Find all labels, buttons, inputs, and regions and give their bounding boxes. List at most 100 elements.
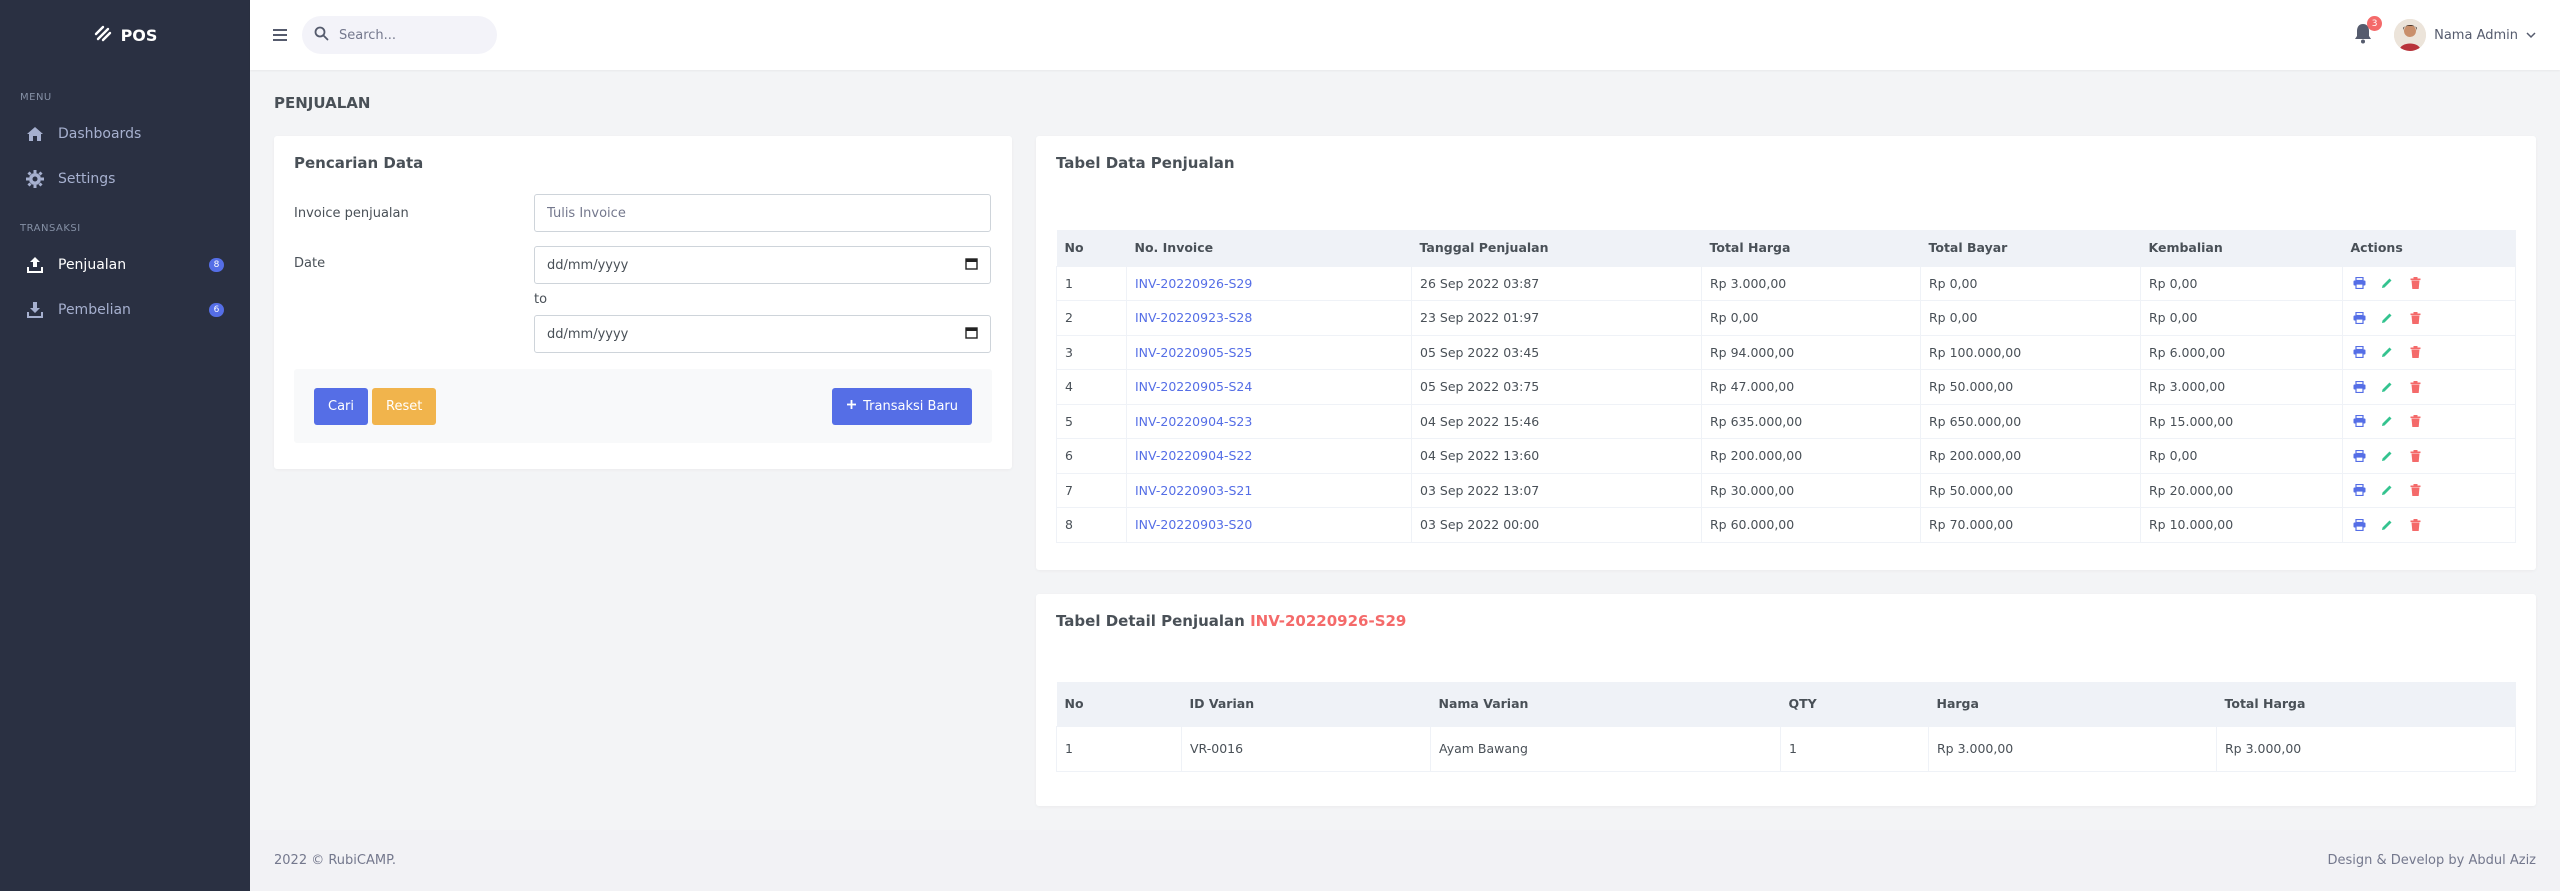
invoice-link[interactable]: INV-20220926-S29: [1135, 276, 1252, 291]
upload-icon: [24, 254, 46, 276]
table-cell: Rp 3.000,00: [2216, 725, 2516, 772]
chevron-down-icon: [2526, 28, 2536, 43]
edit-icon[interactable]: [2379, 275, 2395, 291]
delete-icon[interactable]: [2407, 310, 2423, 326]
table-cell: INV-20220905-S24: [1126, 369, 1412, 405]
invoice-link[interactable]: INV-20220903-S20: [1135, 517, 1252, 532]
edit-icon[interactable]: [2379, 517, 2395, 533]
delete-icon[interactable]: [2407, 482, 2423, 498]
sidebar-item-dashboards[interactable]: Dashboards: [0, 111, 250, 156]
notification-count-badge: 3: [2367, 16, 2383, 31]
date-to-input[interactable]: dd/mm/yyyy: [534, 315, 991, 353]
menu-toggle-icon[interactable]: [268, 23, 292, 47]
reset-button[interactable]: Reset: [372, 387, 437, 425]
invoice-link[interactable]: INV-20220905-S24: [1135, 379, 1252, 394]
count-badge: 8: [209, 257, 224, 272]
delete-icon[interactable]: [2407, 275, 2423, 291]
table-cell: INV-20220903-S21: [1126, 472, 1412, 508]
sidebar-item-settings[interactable]: Settings: [0, 156, 250, 201]
cari-button[interactable]: Cari: [314, 387, 368, 425]
column-header: Total Harga: [1701, 230, 1921, 266]
table-cell: Rp 94.000,00: [1701, 334, 1921, 370]
main-content: PENJUALAN Pencarian Data Invoice penjual…: [250, 70, 2560, 830]
calendar-icon[interactable]: [965, 257, 978, 274]
table-row: 1 INV-20220926-S29 26 Sep 2022 03:87 Rp 3.0…: [1056, 265, 2516, 301]
delete-icon[interactable]: [2407, 379, 2423, 395]
sidebar-item-label: Pembelian: [58, 301, 131, 318]
new-transaction-button[interactable]: Transaksi Baru: [832, 387, 972, 425]
table-row: 8 INV-20220903-S20 03 Sep 2022 00:00 Rp 60.…: [1056, 507, 2516, 543]
print-icon[interactable]: [2351, 310, 2367, 326]
date-from-input[interactable]: dd/mm/yyyy: [534, 246, 991, 284]
invoice-link[interactable]: INV-20220904-S22: [1135, 448, 1252, 463]
table-cell: Rp 0,00: [2140, 265, 2343, 301]
sidebar-item-label: Dashboards: [58, 125, 142, 142]
print-icon[interactable]: [2351, 379, 2367, 395]
detail-invoice-number: INV-20220926-S29: [1250, 612, 1407, 630]
edit-icon[interactable]: [2379, 413, 2395, 429]
table-cell: Rp 3.000,00: [1701, 265, 1921, 301]
sales-table-card: Tabel Data Penjualan No No. Invoice Tang…: [1036, 136, 2536, 570]
invoice-input[interactable]: [534, 194, 991, 232]
column-header: No: [1056, 230, 1127, 266]
download-icon: [24, 299, 46, 321]
edit-icon[interactable]: [2379, 344, 2395, 360]
table-cell: Rp 30.000,00: [1701, 472, 1921, 508]
table-cell: Rp 60.000,00: [1701, 507, 1921, 543]
edit-icon[interactable]: [2379, 482, 2395, 498]
column-header: Nama Varian: [1430, 682, 1781, 726]
user-menu[interactable]: Nama Admin: [2394, 19, 2536, 51]
edit-icon[interactable]: [2379, 310, 2395, 326]
delete-icon[interactable]: [2407, 413, 2423, 429]
invoice-link[interactable]: INV-20220904-S23: [1135, 414, 1252, 429]
print-icon[interactable]: [2351, 517, 2367, 533]
print-icon[interactable]: [2351, 275, 2367, 291]
table-row: 3 INV-20220905-S25 05 Sep 2022 03:45 Rp 94.…: [1056, 334, 2516, 370]
topbar: 3 Nama Admin: [250, 0, 2560, 70]
edit-icon[interactable]: [2379, 448, 2395, 464]
invoice-link[interactable]: INV-20220905-S25: [1135, 345, 1252, 360]
print-icon[interactable]: [2351, 448, 2367, 464]
actions-cell: [2342, 472, 2516, 508]
actions-cell: [2342, 438, 2516, 474]
print-icon[interactable]: [2351, 344, 2367, 360]
actions-cell: [2342, 369, 2516, 405]
sidebar: POS MENU Dashboards Settings TRANSAKSI P…: [0, 0, 250, 891]
table-cell: 1: [1056, 725, 1182, 772]
table-cell: Rp 635.000,00: [1701, 403, 1921, 439]
form-actions: Cari Reset Transaksi Baru: [294, 369, 992, 443]
brand-logo[interactable]: POS: [0, 0, 250, 70]
sidebar-item-pembelian[interactable]: Pembelian 6: [0, 287, 250, 332]
notification-button[interactable]: 3: [2348, 16, 2383, 50]
invoice-label: Invoice penjualan: [294, 205, 409, 221]
delete-icon[interactable]: [2407, 344, 2423, 360]
search-icon: [314, 26, 329, 45]
actions-cell: [2342, 300, 2516, 336]
print-icon[interactable]: [2351, 482, 2367, 498]
table-cell: 04 Sep 2022 15:46: [1411, 403, 1702, 439]
sidebar-item-penjualan[interactable]: Penjualan 8: [0, 242, 250, 287]
table-cell: Rp 0,00: [1701, 300, 1921, 336]
new-transaction-label: Transaksi Baru: [863, 398, 958, 414]
table-cell: 03 Sep 2022 00:00: [1411, 507, 1702, 543]
edit-icon[interactable]: [2379, 379, 2395, 395]
search-input[interactable]: [339, 27, 479, 43]
invoice-link[interactable]: INV-20220923-S28: [1135, 310, 1252, 325]
search-card-title: Pencarian Data: [294, 154, 424, 172]
calendar-icon[interactable]: [965, 326, 978, 343]
table-cell: Rp 50.000,00: [1920, 472, 2141, 508]
invoice-link[interactable]: INV-20220903-S21: [1135, 483, 1252, 498]
print-icon[interactable]: [2351, 413, 2367, 429]
delete-icon[interactable]: [2407, 517, 2423, 533]
table-cell: VR-0016: [1181, 725, 1431, 772]
delete-icon[interactable]: [2407, 448, 2423, 464]
table-cell: Rp 10.000,00: [2140, 507, 2343, 543]
column-header: No: [1056, 682, 1182, 726]
detail-table-title: Tabel Detail Penjualan INV-20220926-S29: [1056, 612, 2516, 630]
table-cell: Rp 650.000,00: [1920, 403, 2141, 439]
column-header: Total Bayar: [1920, 230, 2141, 266]
table-cell: 04 Sep 2022 13:60: [1411, 438, 1702, 474]
footer-credit: Design & Develop by Abdul Aziz: [2327, 853, 2536, 868]
table-cell: 1: [1056, 265, 1127, 301]
table-cell: Rp 0,00: [1920, 300, 2141, 336]
